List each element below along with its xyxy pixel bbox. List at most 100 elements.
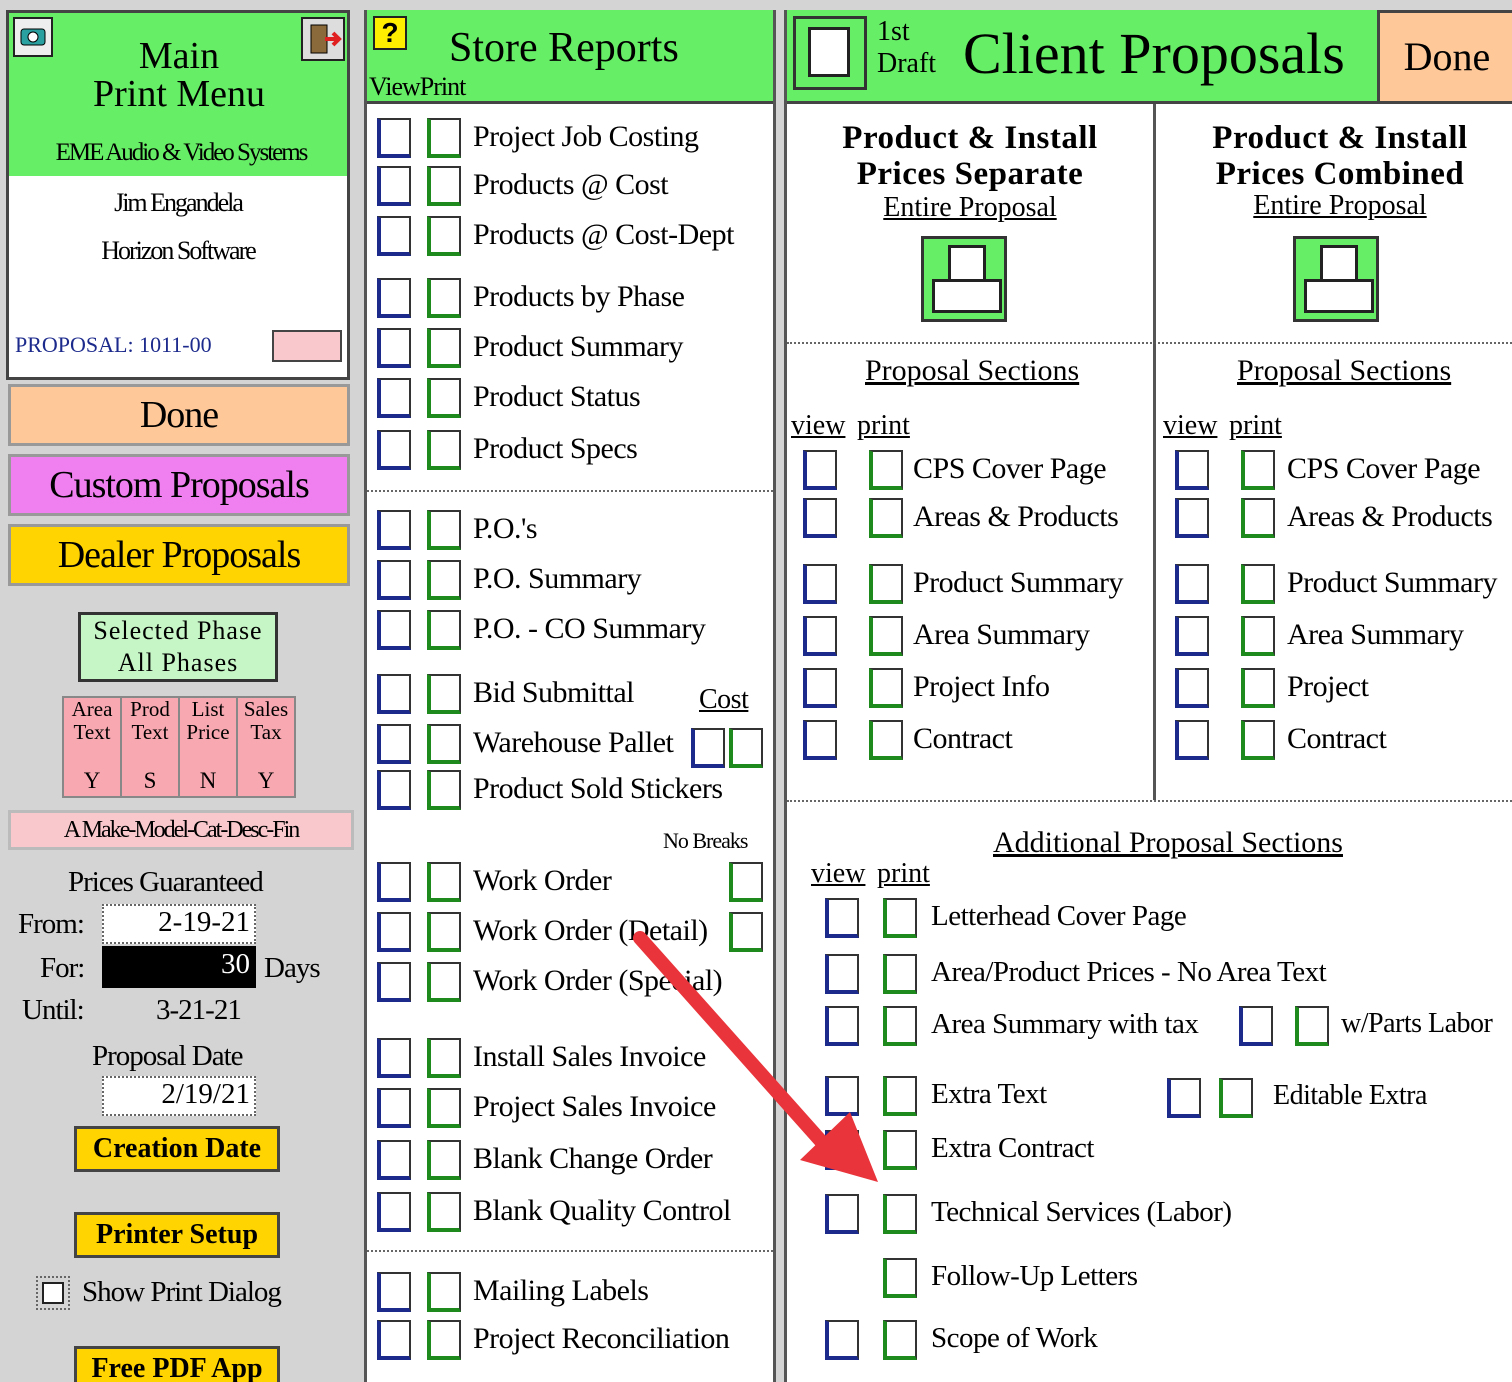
extra-text-view-icon[interactable] (825, 1076, 859, 1116)
warehouse-pallet-cost-view-icon[interactable] (691, 728, 725, 768)
product-status-view-icon[interactable] (377, 378, 411, 418)
letterhead-cover-page-print-icon[interactable] (883, 898, 917, 938)
product-status-print-icon[interactable] (427, 378, 461, 418)
work-order-detail-view-icon[interactable] (377, 912, 411, 952)
store-report-products-cost-dept[interactable]: Products @ Cost-Dept (473, 218, 734, 252)
store-report-product-status[interactable]: Product Status (473, 380, 641, 414)
p-o-s-view-icon[interactable] (377, 510, 411, 550)
product-summary-print-icon[interactable] (427, 328, 461, 368)
combined-print-proposal-icon[interactable] (1293, 236, 1379, 322)
work-order-special-print-icon[interactable] (427, 962, 461, 1002)
combined-contract-view-icon[interactable] (1175, 720, 1209, 760)
separate-project-info-print-icon[interactable] (869, 668, 903, 708)
combined-section-project[interactable]: Project (1287, 670, 1369, 704)
products-cost-print-icon[interactable] (427, 166, 461, 206)
combined-entire-proposal-link[interactable]: Entire Proposal (1157, 190, 1512, 222)
combined-section-areas-products[interactable]: Areas & Products (1287, 500, 1493, 534)
days-field[interactable]: 30 (102, 946, 256, 988)
store-report-work-order-detail[interactable]: Work Order (Detail) (473, 914, 708, 948)
combined-section-cps-cover-page[interactable]: CPS Cover Page (1287, 452, 1481, 486)
separate-section-area-summary[interactable]: Area Summary (913, 618, 1090, 652)
bid-submittal-print-icon[interactable] (427, 674, 461, 714)
printer-icon[interactable] (793, 16, 867, 90)
install-sales-invoice-print-icon[interactable] (427, 1038, 461, 1078)
sort-order-button[interactable]: A Make-Model-Cat-Desc-Fin (8, 810, 354, 850)
technical-services-labor-print-icon[interactable] (883, 1194, 917, 1234)
camera-icon[interactable] (13, 17, 53, 57)
p-o-s-print-icon[interactable] (427, 510, 461, 550)
creation-date-button[interactable]: Creation Date (74, 1126, 280, 1172)
separate-entire-proposal-link[interactable]: Entire Proposal (787, 192, 1153, 224)
products-cost-dept-print-icon[interactable] (427, 216, 461, 256)
p-o-co-summary-view-icon[interactable] (377, 610, 411, 650)
store-report-blank-quality-control[interactable]: Blank Quality Control (473, 1194, 731, 1228)
letterhead-cover-page-view-icon[interactable] (825, 898, 859, 938)
separate-contract-view-icon[interactable] (803, 720, 837, 760)
combined-section-contract[interactable]: Contract (1287, 722, 1387, 756)
combined-section-product-summary[interactable]: Product Summary (1287, 566, 1498, 600)
combined-area-summary-view-icon[interactable] (1175, 616, 1209, 656)
project-job-costing-view-icon[interactable] (377, 118, 411, 158)
combined-project-view-icon[interactable] (1175, 668, 1209, 708)
flag-area-text[interactable]: Area Text Y (64, 698, 122, 796)
proposal-color-swatch[interactable] (272, 330, 342, 362)
products-cost-view-icon[interactable] (377, 166, 411, 206)
warehouse-pallet-view-icon[interactable] (377, 724, 411, 764)
separate-cps-cover-page-print-icon[interactable] (869, 450, 903, 490)
store-report-mailing-labels[interactable]: Mailing Labels (473, 1274, 649, 1308)
additional-technical-services-labor[interactable]: Technical Services (Labor) (931, 1196, 1232, 1229)
separate-section-areas-products[interactable]: Areas & Products (913, 500, 1119, 534)
parts-labor-print-icon[interactable] (1295, 1006, 1329, 1046)
combined-areas-products-print-icon[interactable] (1241, 498, 1275, 538)
store-report-project-sales-invoice[interactable]: Project Sales Invoice (473, 1090, 716, 1124)
proposal-date-field[interactable]: 2/19/21 (102, 1076, 256, 1116)
work-order-detail-no-breaks-print-icon[interactable] (729, 912, 763, 952)
help-icon[interactable]: ? (373, 16, 407, 50)
area-product-prices-no-area-text-print-icon[interactable] (883, 954, 917, 994)
from-date-field[interactable]: 2-19-21 (102, 904, 256, 944)
project-reconciliation-print-icon[interactable] (427, 1320, 461, 1360)
store-report-install-sales-invoice[interactable]: Install Sales Invoice (473, 1040, 706, 1074)
blank-change-order-print-icon[interactable] (427, 1140, 461, 1180)
store-report-p-o-s[interactable]: P.O.'s (473, 512, 538, 546)
technical-services-labor-view-icon[interactable] (825, 1194, 859, 1234)
product-sold-stickers-view-icon[interactable] (377, 770, 411, 810)
work-order-special-view-icon[interactable] (377, 962, 411, 1002)
separate-contract-print-icon[interactable] (869, 720, 903, 760)
area-summary-with-tax-view-icon[interactable] (825, 1006, 859, 1046)
store-report-p-o-summary[interactable]: P.O. Summary (473, 562, 642, 596)
blank-quality-control-view-icon[interactable] (377, 1192, 411, 1232)
products-by-phase-view-icon[interactable] (377, 278, 411, 318)
parts-labor-view-icon[interactable] (1239, 1006, 1273, 1046)
work-order-no-breaks-print-icon[interactable] (729, 862, 763, 902)
combined-section-area-summary[interactable]: Area Summary (1287, 618, 1464, 652)
editable-extra-print-icon[interactable] (1219, 1078, 1253, 1118)
work-order-detail-print-icon[interactable] (427, 912, 461, 952)
project-sales-invoice-print-icon[interactable] (427, 1088, 461, 1128)
combined-cps-cover-page-view-icon[interactable] (1175, 450, 1209, 490)
show-print-dialog-checkbox[interactable] (36, 1276, 70, 1310)
additional-area-summary-with-tax[interactable]: Area Summary with tax (931, 1008, 1199, 1041)
separate-area-summary-view-icon[interactable] (803, 616, 837, 656)
store-report-product-summary[interactable]: Product Summary (473, 330, 684, 364)
separate-project-info-view-icon[interactable] (803, 668, 837, 708)
additional-follow-up-letters[interactable]: Follow-Up Letters (931, 1260, 1138, 1293)
separate-areas-products-print-icon[interactable] (869, 498, 903, 538)
separate-product-summary-view-icon[interactable] (803, 564, 837, 604)
additional-extra-text[interactable]: Extra Text (931, 1078, 1047, 1111)
separate-section-product-summary[interactable]: Product Summary (913, 566, 1124, 600)
combined-area-summary-print-icon[interactable] (1241, 616, 1275, 656)
additional-area-product-prices-no-area-text[interactable]: Area/Product Prices - No Area Text (931, 956, 1327, 989)
additional-scope-of-work[interactable]: Scope of Work (931, 1322, 1098, 1355)
store-report-bid-submittal[interactable]: Bid Submittal (473, 676, 635, 710)
separate-section-cps-cover-page[interactable]: CPS Cover Page (913, 452, 1107, 486)
combined-product-summary-view-icon[interactable] (1175, 564, 1209, 604)
store-report-warehouse-pallet[interactable]: Warehouse Pallet (473, 726, 674, 760)
blank-change-order-view-icon[interactable] (377, 1140, 411, 1180)
store-report-blank-change-order[interactable]: Blank Change Order (473, 1142, 713, 1176)
separate-areas-products-view-icon[interactable] (803, 498, 837, 538)
combined-cps-cover-page-print-icon[interactable] (1241, 450, 1275, 490)
editable-extra-view-icon[interactable] (1167, 1078, 1201, 1118)
combined-project-print-icon[interactable] (1241, 668, 1275, 708)
warehouse-pallet-cost-print-icon[interactable] (729, 728, 763, 768)
